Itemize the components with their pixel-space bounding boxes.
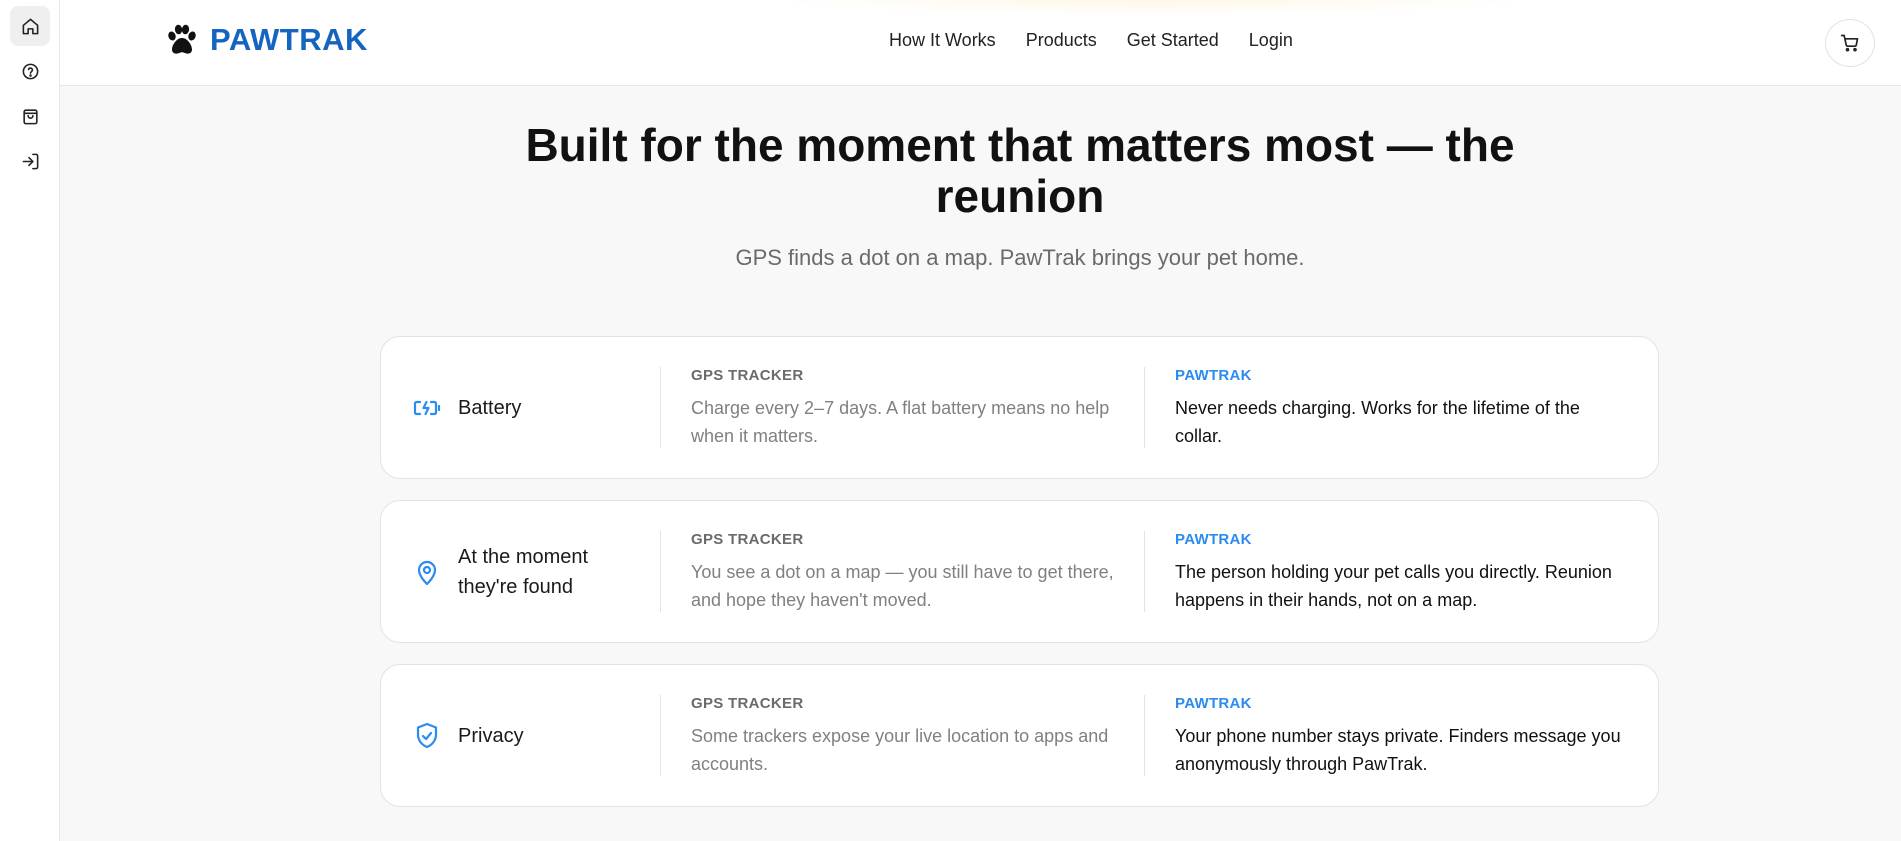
feature-heading: Privacy (412, 665, 618, 806)
gps-tracker-label: GPS TRACKER (691, 367, 804, 384)
gps-tracker-label: GPS TRACKER (691, 531, 804, 548)
page-title: Built for the moment that matters most —… (525, 119, 1515, 222)
nav-products[interactable]: Products (1026, 30, 1097, 51)
page-subtitle: GPS finds a dot on a map. PawTrak brings… (735, 245, 1305, 270)
feature-heading: At the moment they're found (412, 501, 618, 642)
log-in-icon[interactable] (10, 141, 50, 181)
gps-tracker-text: Charge every 2–7 days. A flat battery me… (691, 398, 1110, 446)
column-divider (660, 695, 661, 776)
gps-tracker-column: GPS TRACKER Some trackers expose your li… (691, 695, 1121, 778)
top-header: PAWTRAK How It Works Products Get Starte… (60, 0, 1901, 86)
gps-tracker-column: GPS TRACKER Charge every 2–7 days. A fla… (691, 367, 1121, 450)
shopping-bag-icon[interactable] (10, 96, 50, 136)
shield-check-icon (412, 721, 442, 751)
comparison-card-battery: Battery GPS TRACKER Charge every 2–7 day… (380, 336, 1659, 479)
column-divider (1144, 367, 1145, 448)
pawtrak-label: PAWTRAK (1175, 531, 1252, 548)
nav-login[interactable]: Login (1249, 30, 1293, 51)
pawtrak-column: PAWTRAK Your phone number stays private.… (1175, 695, 1625, 778)
column-divider (660, 531, 661, 612)
pawtrak-label: PAWTRAK (1175, 367, 1252, 384)
pawtrak-column: PAWTRAK The person holding your pet call… (1175, 531, 1625, 614)
brand-name: PAWTRAK (210, 22, 368, 57)
column-divider (1144, 695, 1145, 776)
map-pin-icon (412, 557, 442, 587)
cart-button[interactable] (1825, 19, 1875, 67)
feature-heading: Battery (412, 337, 618, 478)
nav-get-started[interactable]: Get Started (1127, 30, 1219, 51)
gps-tracker-text: Some trackers expose your live location … (691, 726, 1109, 774)
shopping-cart-icon (1840, 34, 1859, 52)
comparison-card-found: At the moment they're found GPS TRACKER … (380, 500, 1659, 643)
feature-title: Privacy (458, 724, 524, 747)
header-glow (760, 0, 1540, 16)
home-icon[interactable] (10, 6, 50, 46)
feature-title: Battery (458, 396, 522, 419)
pawtrak-column: PAWTRAK Never needs charging. Works for … (1175, 367, 1625, 450)
gps-tracker-column: GPS TRACKER You see a dot on a map — you… (691, 531, 1121, 614)
feature-title: At the moment they're found (458, 545, 589, 598)
comparison-card-privacy: Privacy GPS TRACKER Some trackers expose… (380, 664, 1659, 807)
pawtrak-label: PAWTRAK (1175, 695, 1252, 712)
column-divider (660, 367, 661, 448)
nav-how-it-works[interactable]: How It Works (889, 30, 996, 51)
pawtrak-text: Never needs charging. Works for the life… (1175, 398, 1580, 446)
brand-logo[interactable]: PAWTRAK (164, 22, 368, 58)
pawtrak-text: Your phone number stays private. Finders… (1175, 726, 1621, 774)
pawtrak-text: The person holding your pet calls you di… (1175, 562, 1612, 610)
help-circle-icon[interactable] (10, 51, 50, 91)
column-divider (1144, 531, 1145, 612)
gps-tracker-text: You see a dot on a map — you still have … (691, 562, 1114, 610)
paw-print-icon (164, 22, 200, 58)
main-nav: How It Works Products Get Started Login (889, 30, 1293, 51)
left-icon-rail (0, 0, 60, 841)
battery-charging-icon (412, 393, 442, 423)
gps-tracker-label: GPS TRACKER (691, 695, 804, 712)
